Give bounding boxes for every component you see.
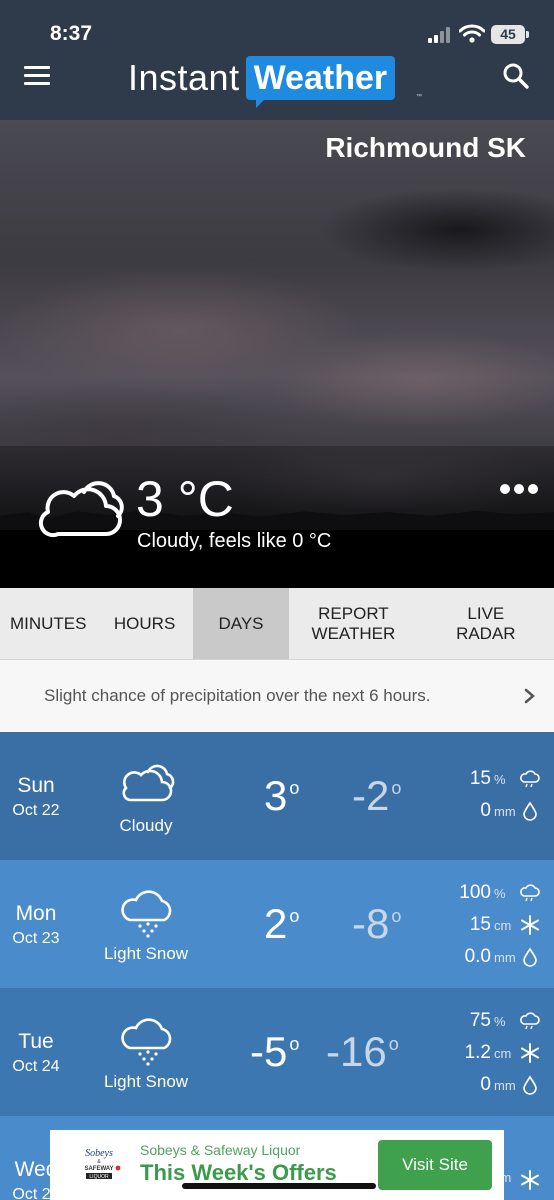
cloud-rain-icon <box>520 1012 540 1030</box>
battery-tip <box>526 31 529 38</box>
snow-amount: 15 cm <box>470 914 540 936</box>
day-condition: Light Snow <box>103 1072 189 1091</box>
forecast-tabs: MINUTES HOURS DAYS REPORT WEATHER LIVE R… <box>0 588 554 660</box>
svg-text:SAFEWAY: SAFEWAY <box>84 1166 113 1172</box>
precip-amount: 0.0 mm <box>465 946 540 968</box>
more-options-icon[interactable] <box>500 484 538 496</box>
snowflake-icon <box>521 1043 539 1063</box>
tab-live-radar[interactable]: LIVE RADAR <box>418 588 554 659</box>
precipitation-notice[interactable]: Slight chance of precipitation over the … <box>0 660 554 732</box>
snowflake-icon <box>521 915 539 935</box>
forecast-day-row[interactable]: Tue Oct 24 Light Snow -5 o -16 o 75% 1.2 cm… <box>0 988 554 1116</box>
day-date: Oct 23 <box>12 930 60 947</box>
ad-banner[interactable]: Sobeys & SAFEWAY LIQUOR Sobeys & Safeway… <box>50 1130 504 1200</box>
visit-site-button[interactable]: Visit Site <box>378 1140 492 1190</box>
day-condition: Cloudy <box>119 816 173 835</box>
cloud-icon <box>122 764 175 802</box>
raindrop-icon <box>523 801 537 821</box>
light-snow-icon <box>121 1018 172 1066</box>
current-temperature: 3 °C <box>136 471 234 527</box>
snow-amount: 1.2 cm <box>465 1042 540 1064</box>
svg-text:LIQUOR: LIQUOR <box>89 1174 109 1180</box>
precip-probability: 100% <box>459 882 540 904</box>
forecast-day-row[interactable]: Sun Oct 22 Cloudy 3o -2 o 15% 0 mm <box>0 732 554 860</box>
forecast-day-row[interactable]: Mon Oct 23 Light Snow 2o -8 o 100% 15 cm 0… <box>0 860 554 988</box>
app-header: 8:37 45 Instant Weather ™ <box>0 0 554 120</box>
app-logo: Instant Weather <box>128 54 396 108</box>
battery-icon: 45 <box>491 25 525 44</box>
day-name: Sun <box>17 774 55 797</box>
home-indicator[interactable] <box>182 1183 376 1189</box>
wifi-icon <box>459 24 485 43</box>
day-high-temp: 3o <box>264 772 300 819</box>
current-condition: Cloudy, feels like 0 °C <box>137 530 332 552</box>
day-low-temp: -2 o <box>352 772 402 819</box>
day-low-temp: -8 o <box>352 900 402 947</box>
day-name: Mon <box>15 902 57 925</box>
day-condition: Light Snow <box>103 944 189 963</box>
tab-days[interactable]: DAYS <box>192 588 290 659</box>
logo-trademark: ™ <box>416 94 422 100</box>
precip-probability: 15% <box>470 768 540 790</box>
raindrop-icon <box>523 1075 537 1095</box>
day-date: Oct 24 <box>12 1058 60 1075</box>
sobeys-safeway-logo: Sobeys & SAFEWAY LIQUOR <box>84 1148 121 1180</box>
svg-text:&: & <box>97 1159 101 1165</box>
tab-minutes[interactable]: MINUTES <box>0 588 96 659</box>
day-high-temp: -5 o <box>250 1028 300 1075</box>
cloud-rain-icon <box>520 770 540 788</box>
cloud-rain-icon <box>520 884 540 902</box>
precipitation-notice-text: Slight chance of precipitation over the … <box>44 686 431 705</box>
logo-weather-text: Weather <box>245 56 396 108</box>
svg-text:Sobeys: Sobeys <box>85 1148 113 1159</box>
day-name: Tue <box>18 1030 54 1053</box>
tab-report-weather[interactable]: REPORT WEATHER <box>289 588 417 659</box>
search-icon[interactable] <box>502 62 530 90</box>
day-date: Oct 22 <box>12 802 60 819</box>
precip-amount: 0 mm <box>480 800 540 822</box>
day-low-temp: -16 o <box>326 1028 399 1075</box>
day-high-temp: 2o <box>264 900 300 947</box>
precip-amount: 0 mm <box>480 1074 540 1096</box>
tab-hours[interactable]: HOURS <box>96 588 192 659</box>
logo-instant-text: Instant <box>128 57 240 98</box>
current-conditions-hero: Richmound SK 3 °C Cloudy, feels like 0 °… <box>0 120 554 588</box>
raindrop-icon <box>523 947 537 967</box>
precip-probability: 75% <box>470 1010 540 1032</box>
hamburger-menu-icon[interactable] <box>24 66 50 86</box>
chevron-right-icon <box>524 688 535 704</box>
status-time: 8:37 <box>50 22 93 45</box>
location-name: Richmound SK <box>325 132 526 163</box>
snowflake-icon <box>521 1170 539 1190</box>
cloud-icon <box>38 481 124 538</box>
cellular-signal-icon <box>428 27 454 43</box>
light-snow-icon <box>121 890 172 938</box>
ad-advertiser: Sobeys & Safeway Liquor <box>140 1142 301 1158</box>
